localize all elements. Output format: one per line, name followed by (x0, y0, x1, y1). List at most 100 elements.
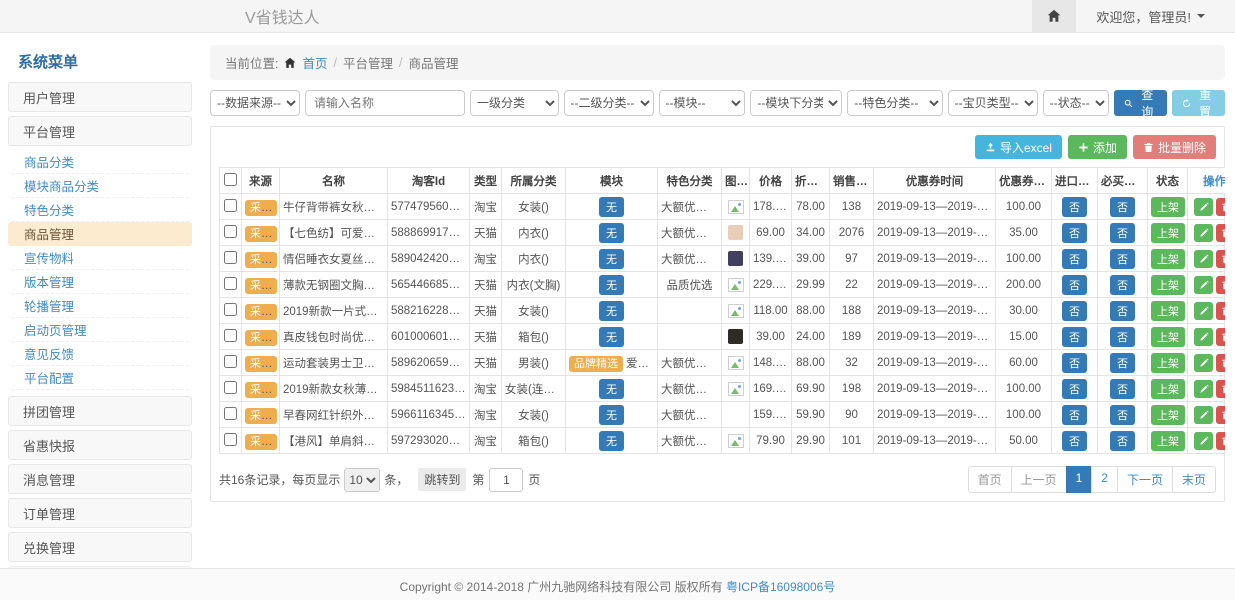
import-excel-button[interactable]: 导入excel (975, 135, 1062, 159)
import-select-toggle[interactable]: 否 (1062, 405, 1087, 425)
page-button-末页[interactable]: 末页 (1172, 466, 1216, 493)
status-on-shelf-button[interactable]: 上架 (1151, 431, 1185, 451)
page-button-上一页[interactable]: 上一页 (1011, 466, 1067, 493)
delete-button[interactable] (1216, 250, 1225, 268)
sidebar-item-订单管理[interactable]: 订单管理 (8, 498, 192, 528)
import-select-toggle[interactable]: 否 (1062, 197, 1087, 217)
module-none-badge[interactable]: 无 (599, 223, 624, 243)
module-none-badge[interactable]: 无 (599, 405, 624, 425)
import-select-toggle[interactable]: 否 (1062, 327, 1087, 347)
row-checkbox[interactable] (224, 381, 237, 394)
breadcrumb-home-link[interactable]: 首页 (302, 53, 327, 72)
batch-delete-button[interactable]: 批量删除 (1133, 135, 1216, 159)
sidebar-item-兑换管理[interactable]: 兑换管理 (8, 532, 192, 562)
delete-button[interactable] (1216, 276, 1225, 294)
import-select-toggle[interactable]: 否 (1062, 353, 1087, 373)
import-select-toggle[interactable]: 否 (1062, 275, 1087, 295)
status-on-shelf-button[interactable]: 上架 (1151, 353, 1185, 373)
must-buy-toggle[interactable]: 否 (1110, 405, 1135, 425)
filter-item-type-select[interactable]: --宝贝类型-- (948, 90, 1038, 116)
delete-button[interactable] (1216, 328, 1225, 346)
edit-button[interactable] (1194, 250, 1213, 268)
must-buy-toggle[interactable]: 否 (1110, 275, 1135, 295)
sidebar-item-平台管理[interactable]: 平台管理 (8, 116, 192, 146)
row-checkbox[interactable] (224, 199, 237, 212)
sidebar-item-省惠快报[interactable]: 省惠快报 (8, 430, 192, 460)
import-select-toggle[interactable]: 否 (1062, 249, 1087, 269)
module-none-badge[interactable]: 无 (599, 327, 624, 347)
status-on-shelf-button[interactable]: 上架 (1151, 301, 1185, 321)
row-checkbox[interactable] (224, 277, 237, 290)
sidebar-item-用户管理[interactable]: 用户管理 (8, 82, 192, 112)
row-checkbox[interactable] (224, 251, 237, 264)
sidebar-subitem-特色分类[interactable]: 特色分类 (8, 198, 192, 222)
module-none-badge[interactable]: 无 (599, 379, 624, 399)
filter-feature-select[interactable]: --特色分类-- (847, 90, 942, 116)
sidebar-subitem-宣传物料[interactable]: 宣传物料 (8, 246, 192, 270)
page-button-下一页[interactable]: 下一页 (1117, 466, 1173, 493)
select-all-checkbox[interactable] (224, 173, 237, 186)
module-none-badge[interactable]: 无 (599, 275, 624, 295)
reset-button[interactable]: 重置 (1172, 90, 1225, 116)
jump-page-input[interactable] (489, 468, 523, 492)
delete-button[interactable] (1216, 302, 1225, 320)
delete-button[interactable] (1216, 198, 1225, 216)
sidebar-item-消息管理[interactable]: 消息管理 (8, 464, 192, 494)
edit-button[interactable] (1194, 302, 1213, 320)
delete-button[interactable] (1216, 406, 1225, 424)
must-buy-toggle[interactable]: 否 (1110, 197, 1135, 217)
delete-button[interactable] (1216, 432, 1225, 450)
user-dropdown[interactable]: 欢迎您，管理员! (1076, 7, 1235, 26)
edit-button[interactable] (1194, 354, 1213, 372)
query-button[interactable]: 查询 (1114, 90, 1167, 116)
filter-module-sub-select[interactable]: --模块下分类-- (750, 90, 842, 116)
import-select-toggle[interactable]: 否 (1062, 431, 1087, 451)
per-page-select[interactable]: 10 (344, 468, 380, 492)
filter-data-source-select[interactable]: --数据来源-- (210, 90, 300, 116)
edit-button[interactable] (1194, 224, 1213, 242)
sidebar-subitem-模块商品分类[interactable]: 模块商品分类 (8, 174, 192, 198)
page-button-1[interactable]: 1 (1066, 466, 1093, 493)
page-button-首页[interactable]: 首页 (968, 466, 1012, 493)
filter-level2-select[interactable]: --二级分类-- (564, 90, 654, 116)
import-select-toggle[interactable]: 否 (1062, 379, 1087, 399)
filter-module-select[interactable]: --模块-- (659, 90, 746, 116)
status-on-shelf-button[interactable]: 上架 (1151, 223, 1185, 243)
sidebar-item-拼团管理[interactable]: 拼团管理 (8, 396, 192, 426)
row-checkbox[interactable] (224, 329, 237, 342)
add-button[interactable]: 添加 (1068, 135, 1127, 159)
status-on-shelf-button[interactable]: 上架 (1151, 379, 1185, 399)
import-select-toggle[interactable]: 否 (1062, 223, 1087, 243)
status-on-shelf-button[interactable]: 上架 (1151, 197, 1185, 217)
edit-button[interactable] (1194, 432, 1213, 450)
filter-level1-select[interactable]: 一级分类 (470, 90, 559, 116)
sidebar-subitem-启动页管理[interactable]: 启动页管理 (8, 318, 192, 342)
status-on-shelf-button[interactable]: 上架 (1151, 275, 1185, 295)
sidebar-subitem-版本管理[interactable]: 版本管理 (8, 270, 192, 294)
edit-button[interactable] (1194, 380, 1213, 398)
sidebar-subitem-平台配置[interactable]: 平台配置 (8, 366, 192, 390)
must-buy-toggle[interactable]: 否 (1110, 249, 1135, 269)
sidebar-subitem-商品分类[interactable]: 商品分类 (8, 150, 192, 174)
row-checkbox[interactable] (224, 407, 237, 420)
home-button[interactable] (1032, 0, 1076, 32)
icp-link[interactable]: 粤ICP备16098006号 (726, 580, 835, 594)
module-none-badge[interactable]: 无 (599, 431, 624, 451)
edit-button[interactable] (1194, 406, 1213, 424)
must-buy-toggle[interactable]: 否 (1110, 327, 1135, 347)
status-on-shelf-button[interactable]: 上架 (1151, 405, 1185, 425)
module-none-badge[interactable]: 无 (599, 197, 624, 217)
row-checkbox[interactable] (224, 355, 237, 368)
edit-button[interactable] (1194, 328, 1213, 346)
must-buy-toggle[interactable]: 否 (1110, 431, 1135, 451)
import-select-toggle[interactable]: 否 (1062, 301, 1087, 321)
sidebar-subitem-意见反馈[interactable]: 意见反馈 (8, 342, 192, 366)
module-none-badge[interactable]: 无 (599, 249, 624, 269)
filter-status-select[interactable]: --状态-- (1043, 90, 1110, 116)
module-none-badge[interactable]: 无 (599, 301, 624, 321)
edit-button[interactable] (1194, 198, 1213, 216)
delete-button[interactable] (1216, 354, 1225, 372)
must-buy-toggle[interactable]: 否 (1110, 223, 1135, 243)
must-buy-toggle[interactable]: 否 (1110, 301, 1135, 321)
row-checkbox[interactable] (224, 433, 237, 446)
